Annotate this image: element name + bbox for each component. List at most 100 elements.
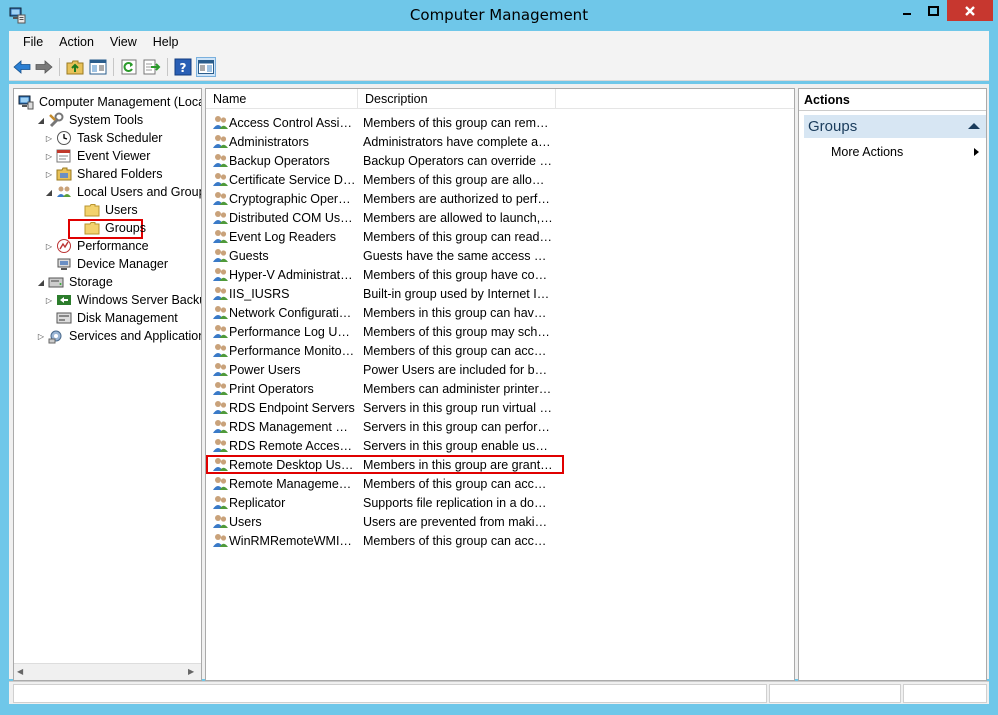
forward-button[interactable]	[34, 57, 54, 77]
table-row[interactable]: Print Operators Members can administer pr…	[206, 379, 794, 398]
expand-arrow-icon[interactable]: ▷	[44, 169, 54, 179]
show-hide-action-pane-button[interactable]	[196, 57, 216, 77]
tree-item-system-tools[interactable]: ◢ System Tools	[36, 111, 143, 129]
close-button[interactable]	[947, 0, 993, 21]
expand-arrow-icon[interactable]: ▷	[44, 133, 54, 143]
tree-item-disk-management[interactable]: Disk Management	[44, 309, 178, 327]
menu-action[interactable]: Action	[51, 35, 102, 49]
group-icon	[212, 513, 229, 530]
table-row[interactable]: Performance Log Users Members of this gro…	[206, 322, 794, 341]
more-actions-item[interactable]: More Actions	[831, 143, 981, 161]
table-row[interactable]: Guests Guests have the same access as m..…	[206, 246, 794, 265]
tree-item-users[interactable]: Users	[72, 201, 138, 219]
minimize-button[interactable]	[893, 0, 920, 21]
group-icon	[212, 133, 229, 150]
more-actions-label: More Actions	[831, 145, 904, 159]
window-title: Computer Management	[409, 6, 589, 24]
tree-item-task-scheduler[interactable]: ▷ Task Scheduler	[44, 129, 162, 147]
expand-arrow-icon[interactable]: ▷	[44, 295, 54, 305]
actions-section-label: Groups	[808, 118, 858, 135]
menu-file[interactable]: File	[15, 35, 51, 49]
table-row[interactable]: Remote Desktop Users Members in this grou…	[206, 455, 794, 474]
table-row[interactable]: Administrators Administrators have comple…	[206, 132, 794, 151]
tree-item-services-and-applications[interactable]: ▷ Services and Applications	[36, 327, 201, 345]
tree-item-device-manager[interactable]: Device Manager	[44, 255, 168, 273]
back-button[interactable]	[12, 57, 32, 77]
group-icon	[212, 342, 229, 359]
collapse-arrow-icon[interactable]: ◢	[36, 115, 46, 125]
group-name: Distributed COM Users	[229, 210, 356, 225]
table-row[interactable]: RDS Management Ser... Servers in this gro…	[206, 417, 794, 436]
maximize-button[interactable]	[920, 0, 947, 21]
table-row[interactable]: Certificate Service DC... Members of this…	[206, 170, 794, 189]
group-icon	[212, 456, 229, 473]
table-row[interactable]: WinRMRemoteWMIU... Members of this group …	[206, 531, 794, 550]
horizontal-scrollbar[interactable]: ◀ ▶	[14, 663, 201, 680]
collapse-up-icon[interactable]	[968, 123, 980, 129]
table-row[interactable]: Power Users Power Users are included for …	[206, 360, 794, 379]
title-bar[interactable]: Computer Management	[0, 0, 998, 31]
tree-item-performance[interactable]: ▷ Performance	[44, 237, 149, 255]
tree-item-label: Performance	[77, 239, 149, 253]
tree-item-computer-management-local[interactable]: Computer Management (Local	[18, 93, 201, 111]
table-row[interactable]: RDS Remote Access S... Servers in this gr…	[206, 436, 794, 455]
show-hide-console-tree-button[interactable]	[88, 57, 108, 77]
results-list[interactable]: Name Description Access Control Assist..…	[205, 88, 795, 681]
column-header-name[interactable]: Name	[206, 89, 358, 109]
menu-view[interactable]: View	[102, 35, 145, 49]
help-button[interactable]: ?	[173, 57, 193, 77]
table-row[interactable]: Hyper-V Administrators Members of this gr…	[206, 265, 794, 284]
group-icon	[212, 399, 229, 416]
tree-item-local-users-and-groups[interactable]: ◢ Local Users and Groups	[44, 183, 201, 201]
actions-section-groups[interactable]: Groups	[804, 115, 986, 138]
group-name: Replicator	[229, 495, 286, 510]
table-row[interactable]: Remote Management... Members of this grou…	[206, 474, 794, 493]
refresh-button[interactable]	[119, 57, 139, 77]
group-name: Event Log Readers	[229, 229, 337, 244]
table-row[interactable]: Replicator Supports file replication in a…	[206, 493, 794, 512]
users-icon	[56, 184, 72, 200]
menu-help[interactable]: Help	[145, 35, 187, 49]
group-icon	[212, 171, 229, 188]
svg-text:?: ?	[180, 61, 187, 75]
group-description: Guests have the same access as m...	[363, 248, 553, 263]
table-row[interactable]: Distributed COM Users Members are allowed…	[206, 208, 794, 227]
table-row[interactable]: Network Configuratio... Members in this g…	[206, 303, 794, 322]
expand-arrow-icon[interactable]: ▷	[44, 151, 54, 161]
tree-item-windows-server-backup[interactable]: ▷ Windows Server Backup	[44, 291, 201, 309]
expand-arrow-icon[interactable]: ▷	[36, 331, 46, 341]
table-row[interactable]: Access Control Assist... Members of this …	[206, 113, 794, 132]
tree-item-shared-folders[interactable]: ▷ Shared Folders	[44, 165, 163, 183]
disk-icon	[56, 310, 72, 326]
scroll-left-icon[interactable]: ◀	[17, 667, 27, 677]
tree-item-event-viewer[interactable]: ▷ Event Viewer	[44, 147, 151, 165]
group-name: Backup Operators	[229, 153, 330, 168]
group-name: Access Control Assist...	[229, 115, 356, 130]
table-row[interactable]: Cryptographic Operat... Members are autho…	[206, 189, 794, 208]
expand-arrow-icon[interactable]: ▷	[44, 241, 54, 251]
close-icon	[965, 5, 975, 16]
table-row[interactable]: Users Users are prevented from making ...	[206, 512, 794, 531]
group-icon	[212, 152, 229, 169]
group-description: Built-in group used by Internet Inf...	[363, 286, 553, 301]
column-header-description[interactable]: Description	[358, 89, 556, 109]
table-row[interactable]: Event Log Readers Members of this group c…	[206, 227, 794, 246]
scroll-right-icon[interactable]: ▶	[188, 667, 198, 677]
table-row[interactable]: Backup Operators Backup Operators can ove…	[206, 151, 794, 170]
group-description: Power Users are included for back...	[363, 362, 553, 377]
list-header: Name Description	[206, 89, 794, 109]
collapse-arrow-icon[interactable]: ◢	[44, 187, 54, 197]
tree-item-storage[interactable]: ◢ Storage	[36, 273, 113, 291]
group-icon	[212, 323, 229, 340]
table-row[interactable]: RDS Endpoint Servers Servers in this grou…	[206, 398, 794, 417]
group-name: Certificate Service DC...	[229, 172, 356, 187]
group-name: Remote Desktop Users	[229, 457, 356, 472]
folder-icon	[84, 220, 100, 236]
collapse-arrow-icon[interactable]: ◢	[36, 277, 46, 287]
tree-item-groups[interactable]: Groups	[72, 219, 146, 237]
console-tree[interactable]: ◀ ▶ Computer Management (Local ◢ System To…	[13, 88, 202, 681]
table-row[interactable]: IIS_IUSRS Built-in group used by Internet…	[206, 284, 794, 303]
up-one-level-button[interactable]	[65, 57, 85, 77]
export-list-button[interactable]	[142, 57, 162, 77]
table-row[interactable]: Performance Monitor ... Members of this g…	[206, 341, 794, 360]
